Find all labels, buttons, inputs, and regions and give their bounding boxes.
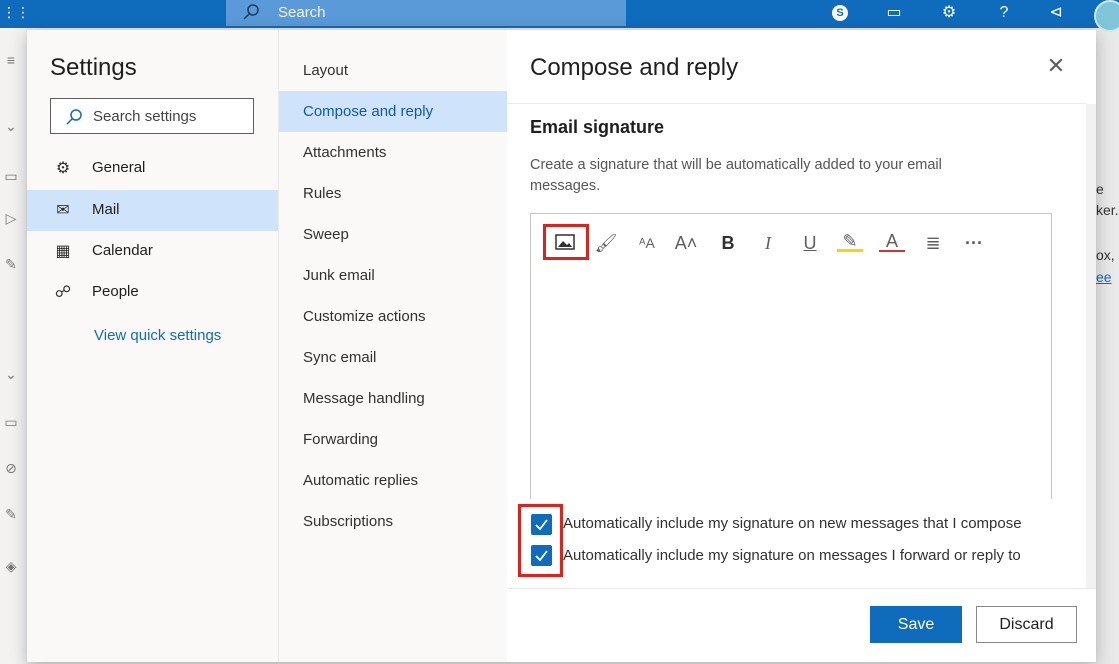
calendar-icon: ▦ bbox=[55, 243, 71, 260]
mail-item-forwarding[interactable]: Forwarding bbox=[279, 419, 508, 460]
mail-icon: ✉ bbox=[56, 202, 70, 219]
background-text: e bbox=[1096, 181, 1104, 197]
underline-icon[interactable]: U bbox=[797, 230, 823, 256]
insert-image-icon bbox=[555, 234, 575, 250]
menu-icon: ≡ bbox=[6, 52, 16, 68]
skype-icon[interactable]: S bbox=[832, 5, 848, 21]
divider bbox=[507, 588, 1096, 589]
compose-reply-pane: Compose and reply ✕ Email signature Crea… bbox=[507, 30, 1096, 662]
format-painter-icon[interactable]: 🖌 bbox=[593, 230, 619, 256]
save-button[interactable]: Save bbox=[870, 606, 962, 643]
pencil-icon: ✎ bbox=[5, 256, 17, 272]
section-description: Create a signature that will be automati… bbox=[530, 157, 942, 194]
checkmark-icon bbox=[535, 519, 548, 531]
auto-include-new-label: Automatically include my signature on ne… bbox=[563, 515, 1022, 532]
settings-nav: Settings Search settings ⚙ General ✉ Mai… bbox=[27, 30, 278, 662]
mail-item-label: Compose and reply bbox=[303, 103, 434, 120]
mail-item-label: Sweep bbox=[303, 226, 349, 243]
bullets-icon[interactable]: ≣ bbox=[920, 230, 946, 256]
people-icon: ☍ bbox=[54, 284, 72, 301]
mail-item-subscriptions[interactable]: Subscriptions bbox=[279, 501, 508, 542]
mail-item-junk-email[interactable]: Junk email bbox=[279, 255, 508, 296]
inbox-icon: ▭ bbox=[4, 168, 18, 184]
signature-editor[interactable]: 🖌 ᴬA A˄ B I U ✎ A ≣ ··· bbox=[530, 213, 1052, 499]
feedback-icon[interactable]: ⊲ bbox=[1046, 3, 1066, 23]
section-title: Email signature bbox=[530, 117, 665, 137]
mail-item-attachments[interactable]: Attachments bbox=[279, 132, 508, 173]
mail-item-label: Forwarding bbox=[303, 431, 379, 448]
highlight-icon[interactable]: ✎ bbox=[837, 230, 863, 252]
bold-icon[interactable]: B bbox=[715, 230, 741, 256]
search-icon bbox=[66, 109, 82, 125]
more-icon[interactable]: ··· bbox=[961, 230, 987, 256]
diamond-icon: ◈ bbox=[5, 558, 17, 574]
mail-item-label: Customize actions bbox=[303, 308, 426, 325]
italic-icon[interactable]: I bbox=[755, 230, 781, 256]
avatar[interactable] bbox=[1094, 0, 1119, 32]
mail-item-sweep[interactable]: Sweep bbox=[279, 214, 508, 255]
nav-item-label: Calendar bbox=[92, 242, 153, 259]
background-text: ker. bbox=[1096, 202, 1119, 218]
nav-item-label: People bbox=[92, 283, 139, 300]
mail-item-sync-email[interactable]: Sync email bbox=[279, 337, 508, 378]
font-size-icon[interactable]: ᴬA bbox=[634, 230, 660, 256]
auto-include-reply-label: Automatically include my signature on me… bbox=[563, 547, 1021, 564]
nav-item-mail[interactable]: ✉ Mail bbox=[27, 190, 278, 231]
mail-settings-list: Layout Compose and reply Attachments Rul… bbox=[278, 30, 508, 662]
inbox-icon: ▭ bbox=[4, 414, 18, 430]
mail-item-customize-actions[interactable]: Customize actions bbox=[279, 296, 508, 337]
global-search-box[interactable]: Search bbox=[226, 0, 626, 26]
grow-font-icon[interactable]: A˄ bbox=[673, 230, 699, 256]
background-left-rail: ≡ ⌄ ▭ ▷ ✎ ⌄ ▭ ⊘ ✎ ◈ bbox=[0, 28, 26, 664]
background-link: ee bbox=[1096, 269, 1112, 285]
scrollbar[interactable] bbox=[1086, 104, 1096, 589]
view-quick-settings-link[interactable]: View quick settings bbox=[94, 327, 221, 344]
nav-item-label: Mail bbox=[92, 201, 120, 218]
chevron-down-icon: ⌄ bbox=[5, 118, 17, 134]
gear-icon[interactable]: ⚙ bbox=[939, 3, 959, 23]
mail-item-message-handling[interactable]: Message handling bbox=[279, 378, 508, 419]
mail-item-label: Automatic replies bbox=[303, 472, 419, 489]
auto-include-new-checkbox[interactable] bbox=[531, 514, 552, 535]
mail-item-label: Subscriptions bbox=[303, 513, 394, 530]
close-icon[interactable]: ✕ bbox=[1044, 54, 1068, 78]
background-text: ox, bbox=[1096, 247, 1115, 263]
search-label: Search bbox=[278, 4, 326, 21]
chevron-down-icon: ⌄ bbox=[5, 366, 17, 382]
settings-search-placeholder: Search settings bbox=[93, 108, 197, 125]
mail-item-label: Junk email bbox=[303, 267, 375, 284]
gear-icon: ⚙ bbox=[55, 160, 71, 177]
mail-item-label: Attachments bbox=[303, 144, 387, 161]
settings-search-input[interactable]: Search settings bbox=[50, 98, 254, 134]
search-icon bbox=[243, 4, 259, 20]
mail-item-label: Sync email bbox=[303, 349, 377, 366]
nav-item-people[interactable]: ☍ People bbox=[27, 272, 278, 313]
mail-item-label: Rules bbox=[303, 185, 342, 202]
font-color-icon[interactable]: A bbox=[879, 230, 905, 252]
divider bbox=[507, 103, 1086, 104]
block-icon: ⊘ bbox=[5, 460, 17, 476]
pane-title: Compose and reply bbox=[530, 54, 739, 81]
mail-item-label: Message handling bbox=[303, 390, 425, 407]
settings-dialog: Settings Search settings ⚙ General ✉ Mai… bbox=[27, 30, 1096, 662]
nav-item-label: General bbox=[92, 159, 146, 176]
waffle-icon[interactable]: ⋮⋮ bbox=[2, 2, 30, 22]
mail-item-automatic-replies[interactable]: Automatic replies bbox=[279, 460, 508, 501]
nav-item-general[interactable]: ⚙ General bbox=[27, 148, 278, 189]
my-day-icon[interactable]: ▭ bbox=[884, 3, 904, 23]
nav-item-calendar[interactable]: ▦ Calendar bbox=[27, 231, 278, 272]
pencil-icon: ✎ bbox=[5, 506, 17, 522]
discard-button[interactable]: Discard bbox=[976, 606, 1077, 643]
mail-item-layout[interactable]: Layout bbox=[279, 50, 508, 91]
insert-image-button[interactable] bbox=[543, 224, 589, 260]
mail-item-compose-and-reply[interactable]: Compose and reply bbox=[279, 91, 508, 132]
mail-item-label: Layout bbox=[303, 62, 349, 79]
mail-item-rules[interactable]: Rules bbox=[279, 173, 508, 214]
top-app-bar: ⋮⋮ Search S ▭ ⚙ ? ⊲ bbox=[0, 0, 1119, 32]
settings-title: Settings bbox=[50, 54, 137, 81]
send-icon: ▷ bbox=[5, 210, 17, 226]
help-icon[interactable]: ? bbox=[994, 3, 1014, 23]
auto-include-reply-checkbox[interactable] bbox=[531, 545, 552, 566]
checkmark-icon bbox=[535, 550, 548, 562]
